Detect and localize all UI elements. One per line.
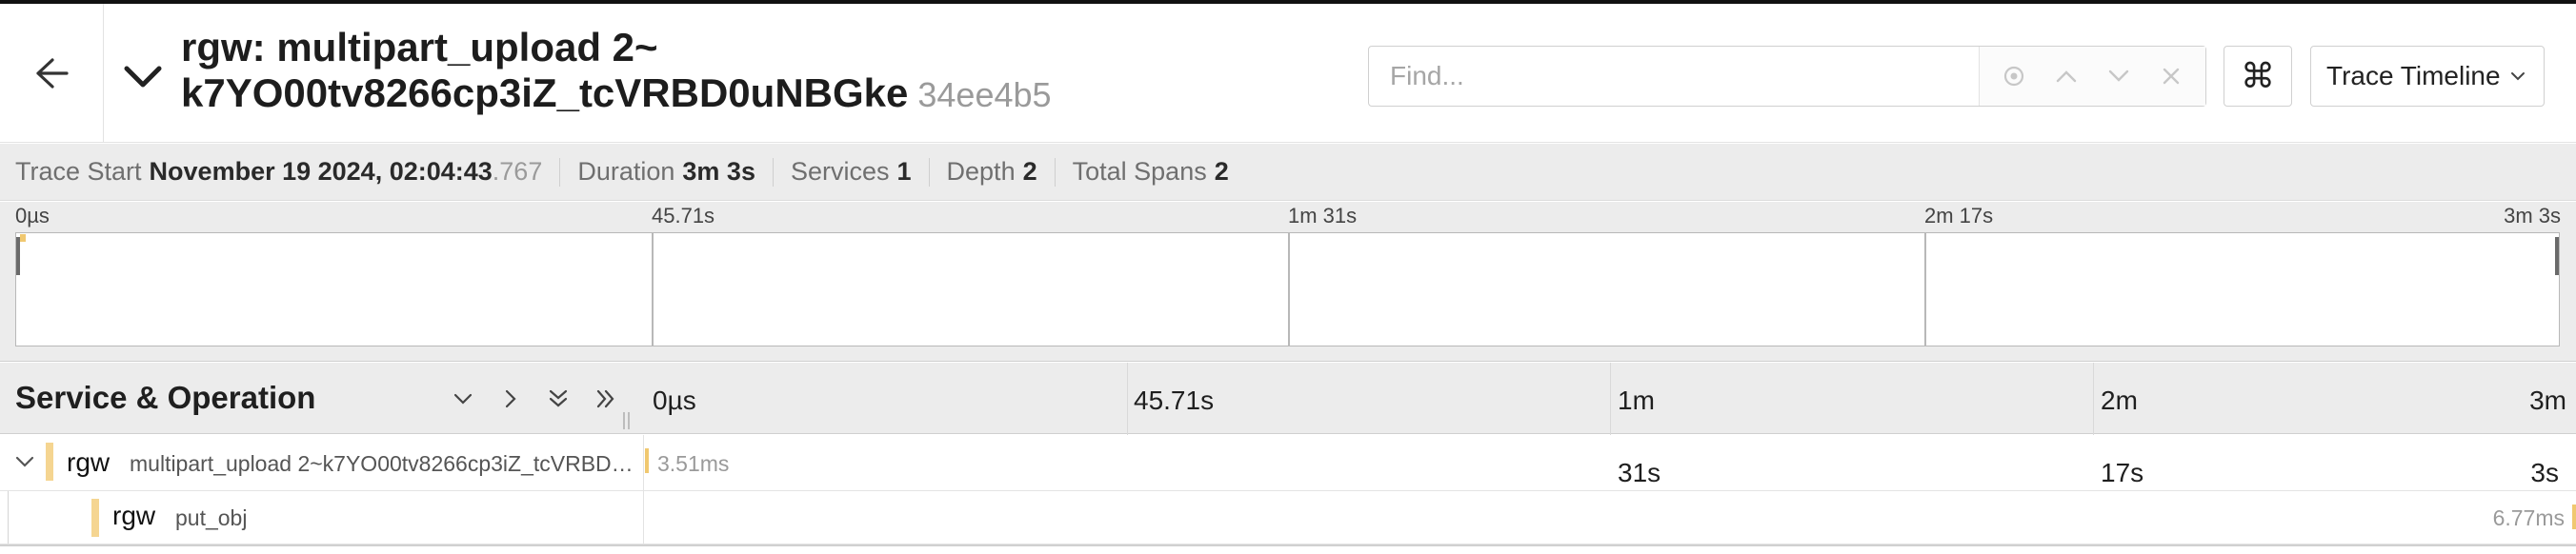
span-service-name: rgw: [67, 447, 111, 477]
summary-value: 2: [1022, 157, 1037, 186]
service-operation-title: Service & Operation: [15, 380, 316, 415]
minimap-tick-label: 1m 31s: [1288, 204, 1358, 228]
chevron-down-icon[interactable]: [13, 450, 36, 473]
timeline-subtick-label: 3s: [2530, 458, 2559, 487]
minimap-tick-label: 0µs: [15, 204, 50, 228]
service-color-bar: [46, 443, 53, 481]
minimap-tick-label: 2m 17s: [1924, 204, 1994, 228]
command-key-icon: ⌘: [2241, 56, 2275, 95]
span-row-label[interactable]: rgw multipart_upload 2~k7YO00tv8266cp3iZ…: [0, 435, 644, 490]
trace-start-ms: .767: [492, 157, 543, 186]
find-input[interactable]: [1369, 47, 1979, 106]
summary-label: Trace Start: [15, 157, 142, 186]
chevron-right-icon: [505, 389, 516, 408]
trace-summary-bar: Trace Start November 19 2024, 02:04:43.7…: [0, 144, 2576, 201]
timeline-tick-label: 45.71s: [1134, 386, 1215, 415]
expand-one-button[interactable]: [495, 384, 526, 414]
keyboard-shortcuts-button[interactable]: ⌘: [2224, 46, 2292, 107]
double-chevron-down-icon: [549, 389, 568, 407]
summary-label: Services: [790, 157, 890, 186]
collapse-one-button[interactable]: [448, 384, 478, 414]
span-operation-name: multipart_upload 2~k7YO00tv8266cp3iZ_tcV…: [130, 451, 636, 476]
timeline-tick-label: 1m: [1618, 386, 1655, 415]
minimap-span: [20, 234, 26, 242]
minimap-left-handle[interactable]: [16, 237, 20, 275]
span-duration: 6.77ms: [2492, 505, 2565, 530]
locate-icon: [2003, 66, 2023, 87]
span-service-name: rgw: [112, 501, 156, 530]
summary-duration: Duration 3m 3s: [577, 157, 755, 187]
summary-services: Services 1: [791, 157, 912, 187]
summary-depth: Depth 2: [947, 157, 1037, 187]
summary-value: November 19 2024, 02:04:43.767: [150, 157, 543, 187]
span-row[interactable]: rgw put_obj 6.77ms: [0, 491, 2576, 544]
trace-start-value: November 19 2024, 02:04:43: [149, 157, 493, 186]
minimap-right-handle[interactable]: [2555, 237, 2559, 275]
summary-label: Total Spans: [1072, 157, 1207, 186]
next-match-button[interactable]: [2100, 57, 2138, 95]
divider: [928, 157, 930, 187]
minimap-tick-label: 45.71s: [652, 204, 715, 228]
minimap-gridline: [652, 233, 654, 346]
trace-title-line-1: rgw: multipart_upload 2~: [181, 25, 658, 69]
timeline-subtick-label: 31s: [1618, 458, 1661, 487]
expand-collapse-controls: [448, 384, 621, 414]
timeline-tick-label: 3m: [2529, 386, 2566, 415]
trace-title-line-2: k7YO00tv8266cp3iZ_tcVRBD0uNBGke 34ee4b5: [181, 70, 1343, 118]
clear-find-button[interactable]: [2152, 57, 2190, 95]
trace-minimap: 0µs 45.71s 1m 31s 2m 17s 3m 3s: [0, 202, 2576, 362]
minimap-canvas[interactable]: [15, 232, 2560, 346]
chevron-down-icon: [2511, 72, 2525, 81]
summary-label: Depth: [946, 157, 1016, 186]
divider: [1054, 157, 1056, 187]
span-row[interactable]: rgw multipart_upload 2~k7YO00tv8266cp3iZ…: [0, 435, 2576, 491]
column-resizer[interactable]: [623, 412, 634, 429]
minimap-tick-label: 3m 3s: [2504, 204, 2561, 228]
span-row-label[interactable]: rgw put_obj: [0, 491, 644, 544]
trace-id: 34ee4b5: [917, 75, 1052, 114]
back-button[interactable]: [0, 4, 104, 143]
timeline-tick-label: 0µs: [653, 386, 696, 415]
minimap-gridline: [1924, 233, 1926, 346]
trace-page-header: rgw: multipart_upload 2~ k7YO00tv8266cp3…: [0, 4, 2576, 143]
summary-value: 3m 3s: [682, 157, 755, 186]
span-operation-name: put_obj: [175, 505, 248, 530]
view-selector[interactable]: Trace Timeline: [2310, 46, 2545, 107]
trace-title-operation: k7YO00tv8266cp3iZ_tcVRBD0uNBGke: [181, 70, 909, 115]
find-controls: [1979, 47, 2205, 106]
chevron-down-icon: [124, 66, 162, 88]
summary-label: Duration: [577, 157, 675, 186]
summary-value: 2: [1214, 157, 1229, 186]
tree-guide: [8, 491, 9, 544]
span-bar[interactable]: [645, 448, 649, 473]
collapse-header-button[interactable]: [122, 59, 164, 97]
timeline-subtick-label: 17s: [2101, 458, 2144, 487]
bottom-border: [0, 544, 2576, 546]
collapse-all-button[interactable]: [543, 384, 574, 414]
arrow-left-icon: [36, 58, 69, 89]
summary-total-spans: Total Spans 2: [1073, 157, 1229, 187]
chevron-up-icon: [2056, 70, 2077, 83]
divider: [772, 157, 774, 187]
service-color-bar: [91, 499, 99, 537]
find-box: [1368, 46, 2206, 107]
double-chevron-right-icon: [596, 389, 614, 408]
locate-button[interactable]: [1995, 57, 2033, 95]
span-bar[interactable]: [2572, 505, 2576, 529]
summary-trace-start: Trace Start November 19 2024, 02:04:43.7…: [15, 157, 542, 187]
timeline-tick-label: 2m: [2101, 386, 2138, 415]
divider: [559, 157, 561, 187]
span-duration: 3.51ms: [657, 451, 730, 476]
view-selector-label: Trace Timeline: [2326, 61, 2501, 90]
minimap-gridline: [1288, 233, 1290, 346]
trace-title: rgw: multipart_upload 2~ k7YO00tv8266cp3…: [181, 25, 1343, 118]
summary-value: 1: [896, 157, 912, 186]
chevron-down-icon: [453, 393, 473, 405]
chevron-down-icon: [2108, 69, 2129, 82]
expand-all-button[interactable]: [591, 384, 621, 414]
timeline-header: Service & Operation 0µs 45.71s 1m 2m 3m: [0, 363, 2576, 434]
close-icon: [2163, 68, 2180, 85]
prev-match-button[interactable]: [2047, 57, 2085, 95]
